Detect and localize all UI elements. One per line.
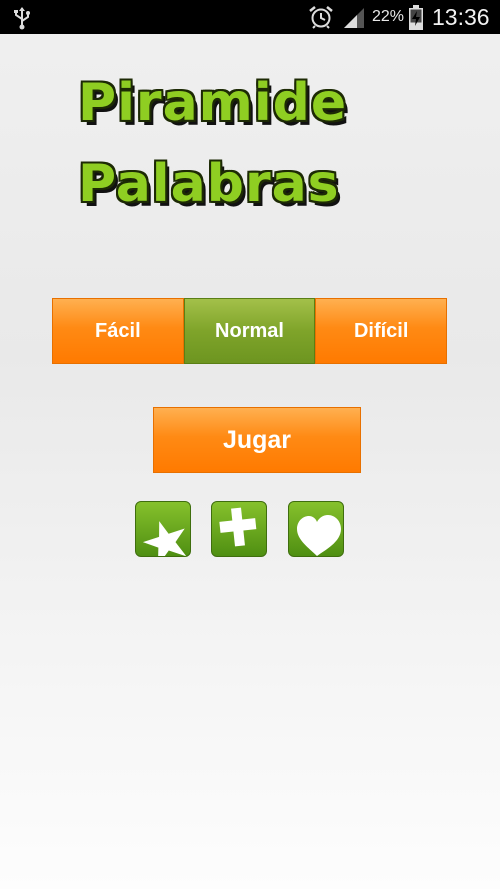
heart-icon — [297, 515, 341, 556]
rate-button[interactable] — [135, 501, 191, 557]
usb-icon — [14, 7, 30, 30]
battery-percent: 22% — [372, 8, 405, 25]
title-line-2: Palabras — [78, 154, 340, 214]
difficulty-easy-button[interactable]: Fácil — [52, 298, 184, 364]
clock: 13:36 — [432, 4, 490, 30]
signal-icon — [344, 8, 364, 28]
alarm-icon — [309, 6, 333, 29]
difficulty-normal-button[interactable]: Normal — [183, 298, 316, 364]
star-icon — [142, 521, 187, 556]
battery-charging-icon — [409, 5, 423, 30]
title-line-1: Piramide — [78, 73, 348, 133]
more-apps-button[interactable] — [211, 501, 267, 557]
status-bar: 22% 13:36 — [0, 0, 500, 34]
difficulty-hard-button[interactable]: Difícil — [315, 298, 448, 364]
plus-icon — [219, 507, 257, 547]
favorite-button[interactable] — [288, 501, 344, 557]
difficulty-selector: Fácil Normal Difícil — [52, 298, 448, 364]
play-button[interactable]: Jugar — [153, 407, 361, 473]
